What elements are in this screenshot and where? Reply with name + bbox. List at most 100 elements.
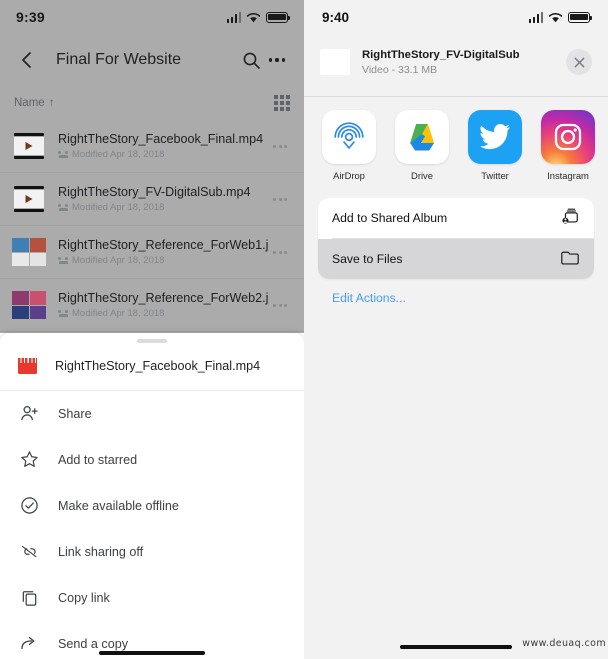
ios-share-sheet-screen: 9:40 RightTheStory_FV-DigitalSub Video -… bbox=[304, 0, 608, 659]
menu-item-add-to-starred[interactable]: Add to starred bbox=[0, 437, 304, 483]
table-row[interactable]: RightTheStory_Facebook_Final.mp4 Modifie… bbox=[0, 120, 304, 173]
file-subtitle: Modified Apr 18, 2018 bbox=[58, 149, 268, 160]
share-target-drive[interactable]: Drive bbox=[395, 110, 449, 181]
action-save-to-files[interactable]: Save to Files bbox=[318, 239, 594, 279]
file-meta: RightTheStory_Facebook_Final.mp4 Modifie… bbox=[58, 132, 268, 160]
row-overflow-icon[interactable] bbox=[268, 250, 292, 254]
menu-item-share[interactable]: Share bbox=[0, 391, 304, 437]
sort-arrow-icon: ↑ bbox=[48, 97, 55, 109]
file-name: RightTheStory_Facebook_Final.mp4 bbox=[58, 132, 264, 146]
share-sheet-header: RightTheStory_FV-DigitalSub Video - 33.1… bbox=[304, 34, 608, 90]
share-target-twitter[interactable]: Twitter bbox=[468, 110, 522, 181]
menu-item-label: Share bbox=[58, 406, 92, 421]
shared-people-icon bbox=[58, 256, 68, 265]
share-file-meta: Video - 33.1 MB bbox=[362, 63, 438, 76]
sort-label: Name bbox=[14, 97, 45, 109]
status-icons bbox=[528, 11, 593, 23]
file-name: RightTheStory_FV-DigitalSub.mp4 bbox=[58, 185, 251, 199]
share-target-instagram[interactable]: Instagram bbox=[541, 110, 595, 181]
folder-icon bbox=[560, 249, 580, 269]
image-thumbnail bbox=[12, 290, 46, 320]
menu-item-label: Link sharing off bbox=[58, 544, 144, 559]
sort-control[interactable]: Name ↑ bbox=[14, 97, 54, 109]
file-name: RightTheStory_Reference_ForWeb2.jpg bbox=[58, 291, 268, 305]
left-status-bar: 9:39 bbox=[0, 0, 304, 34]
grid-view-icon[interactable] bbox=[274, 95, 290, 111]
share-target-label: AirDrop bbox=[333, 170, 365, 181]
share-actions-card: Add to Shared Album Save to Files bbox=[318, 198, 594, 279]
status-icons bbox=[226, 11, 291, 23]
table-row[interactable]: RightTheStory_Reference_ForWeb2.jpg Modi… bbox=[0, 279, 304, 332]
file-meta: RightTheStory_Reference_ForWeb2.jpg Modi… bbox=[58, 291, 268, 319]
site-watermark: www.deuaq.com bbox=[522, 638, 606, 649]
file-list: RightTheStory_Facebook_Final.mp4 Modifie… bbox=[0, 120, 304, 332]
share-target-label: Instagram bbox=[547, 170, 589, 181]
search-icon[interactable] bbox=[238, 47, 264, 73]
android-drive-screen: 9:39 Final For Website Name ↑ RightTheSt… bbox=[0, 0, 304, 659]
instagram-icon bbox=[541, 110, 595, 164]
row-overflow-icon[interactable] bbox=[268, 303, 292, 307]
action-add-to-shared-album[interactable]: Add to Shared Album bbox=[318, 198, 594, 238]
file-name: RightTheStory_Reference_ForWeb1.jpg bbox=[58, 238, 268, 252]
status-time: 9:39 bbox=[16, 9, 45, 25]
image-thumbnail bbox=[12, 237, 46, 267]
table-row[interactable]: RightTheStory_Reference_ForWeb1.jpg Modi… bbox=[0, 226, 304, 279]
share-app-row: AirDrop Drive Twitter Instagram bbox=[304, 110, 608, 181]
shared-people-icon bbox=[58, 150, 68, 159]
right-status-bar: 9:40 bbox=[304, 0, 608, 34]
file-options-bottom-sheet: RightTheStory_Facebook_Final.mp4 Share A… bbox=[0, 333, 304, 659]
status-time: 9:40 bbox=[322, 9, 350, 25]
back-arrow-icon[interactable] bbox=[14, 47, 40, 73]
send-arrow-icon bbox=[18, 633, 40, 655]
file-modified: Modified Apr 18, 2018 bbox=[72, 308, 165, 319]
file-modified: Modified Apr 18, 2018 bbox=[72, 255, 165, 266]
file-modified: Modified Apr 18, 2018 bbox=[72, 202, 165, 213]
menu-item-label: Make available offline bbox=[58, 498, 179, 513]
row-overflow-icon[interactable] bbox=[268, 197, 292, 201]
shared-people-icon bbox=[58, 309, 68, 318]
airdrop-icon bbox=[322, 110, 376, 164]
share-target-airdrop[interactable]: AirDrop bbox=[322, 110, 376, 181]
file-preview-thumbnail bbox=[320, 49, 350, 75]
shared-people-icon bbox=[58, 203, 68, 212]
star-outline-icon bbox=[18, 449, 40, 471]
menu-item-copy-link[interactable]: Copy link bbox=[0, 575, 304, 621]
menu-item-label: Add to starred bbox=[58, 452, 138, 467]
close-icon[interactable] bbox=[566, 49, 592, 75]
file-modified: Modified Apr 18, 2018 bbox=[72, 149, 165, 160]
sheet-file-name: RightTheStory_Facebook_Final.mp4 bbox=[55, 359, 261, 373]
screenshot-root: 9:39 Final For Website Name ↑ RightTheSt… bbox=[0, 0, 608, 659]
action-label: Save to Files bbox=[332, 252, 403, 266]
share-file-name: RightTheStory_FV-DigitalSub bbox=[362, 48, 520, 61]
twitter-icon bbox=[468, 110, 522, 164]
share-target-label: Drive bbox=[411, 170, 433, 181]
header-divider bbox=[304, 96, 608, 97]
share-file-info: RightTheStory_FV-DigitalSub Video - 33.1… bbox=[362, 49, 566, 76]
movie-clapper-icon bbox=[18, 358, 37, 374]
sort-bar: Name ↑ bbox=[0, 86, 304, 120]
video-thumbnail bbox=[12, 131, 46, 161]
drive-app-bar: Final For Website bbox=[0, 34, 304, 86]
link-off-icon bbox=[18, 541, 40, 563]
video-thumbnail bbox=[12, 184, 46, 214]
page-title: Final For Website bbox=[56, 51, 182, 68]
wifi-icon bbox=[548, 12, 563, 22]
file-subtitle: Modified Apr 18, 2018 bbox=[58, 255, 268, 266]
overflow-menu-icon[interactable] bbox=[264, 47, 290, 73]
table-row[interactable]: RightTheStory_FV-DigitalSub.mp4 Modified… bbox=[0, 173, 304, 226]
menu-item-label: Send a copy bbox=[58, 636, 129, 651]
ios-home-indicator bbox=[400, 644, 512, 649]
battery-icon bbox=[568, 11, 593, 23]
menu-item-label: Copy link bbox=[58, 590, 110, 605]
menu-item-make-available-offline[interactable]: Make available offline bbox=[0, 483, 304, 529]
row-overflow-icon[interactable] bbox=[268, 144, 292, 148]
copy-icon bbox=[18, 587, 40, 609]
sheet-file-header: RightTheStory_Facebook_Final.mp4 bbox=[0, 343, 304, 391]
file-subtitle: Modified Apr 18, 2018 bbox=[58, 202, 268, 213]
battery-icon bbox=[266, 11, 291, 23]
edit-actions-link[interactable]: Edit Actions... bbox=[332, 291, 406, 305]
file-subtitle: Modified Apr 18, 2018 bbox=[58, 308, 268, 319]
check-circle-icon bbox=[18, 495, 40, 517]
menu-item-link-sharing-off[interactable]: Link sharing off bbox=[0, 529, 304, 575]
wifi-icon bbox=[246, 12, 261, 22]
